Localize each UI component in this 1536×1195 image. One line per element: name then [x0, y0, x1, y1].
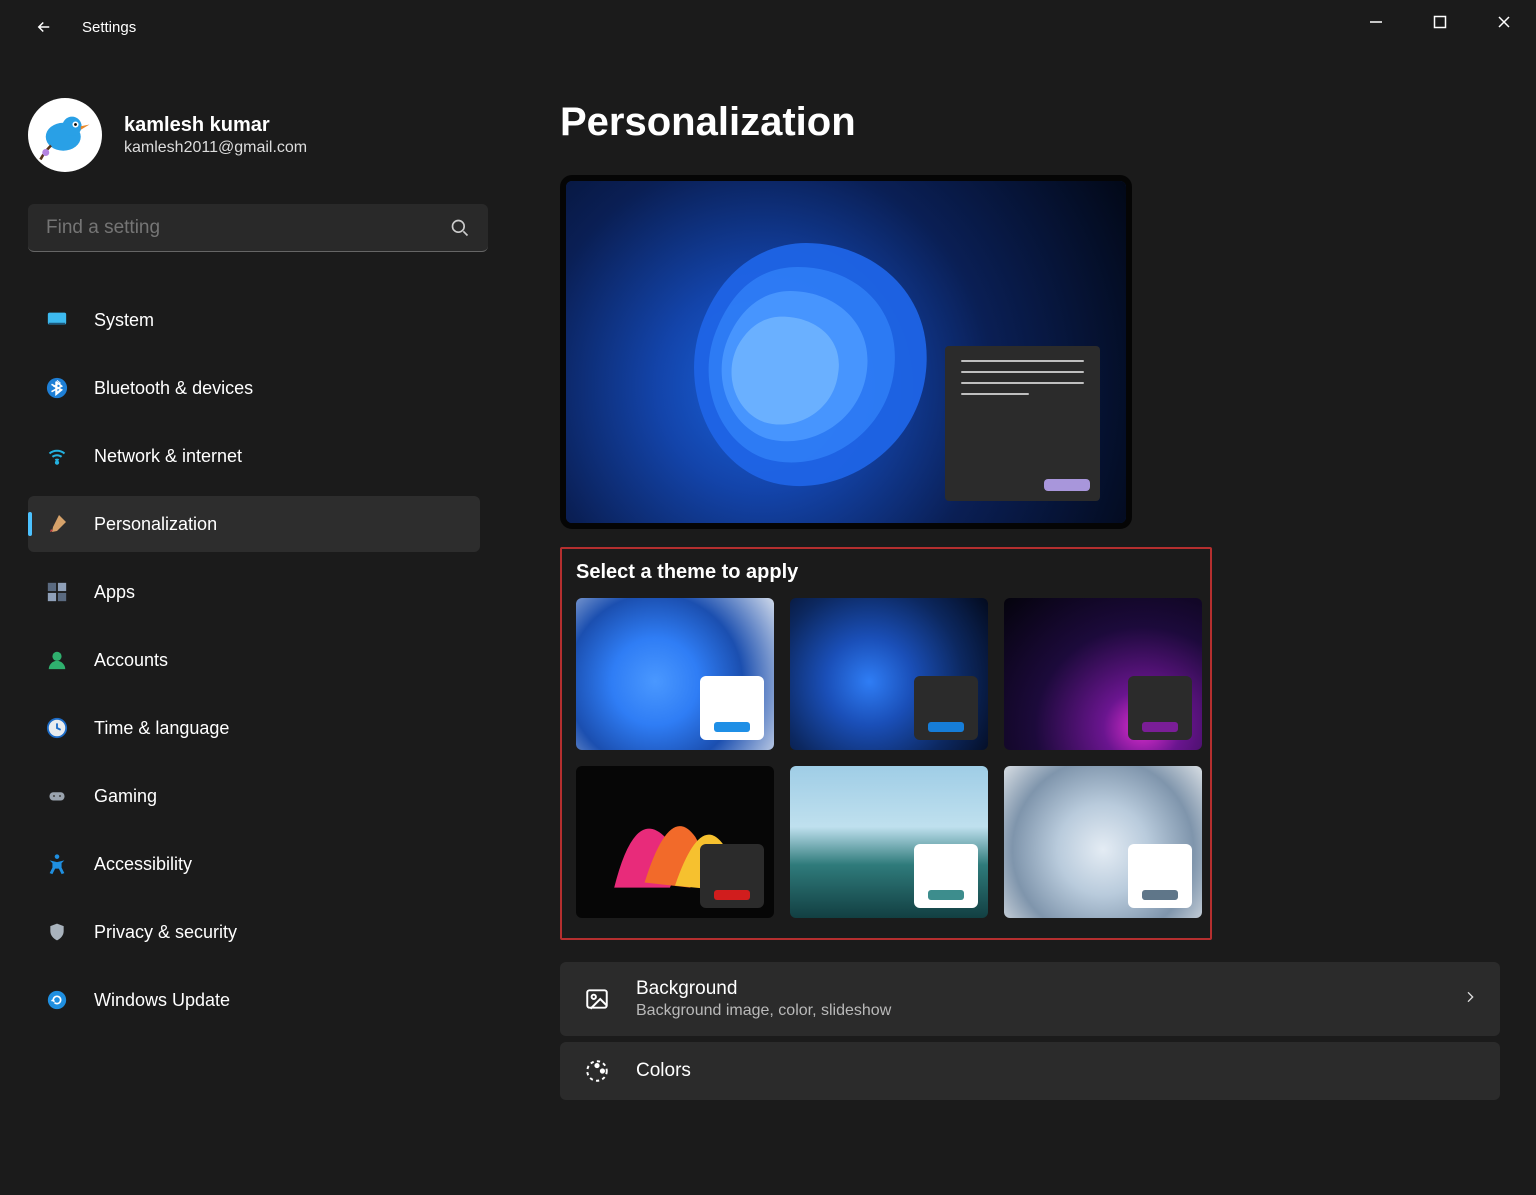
sidebar-item-system[interactable]: System — [28, 292, 480, 348]
user-name: kamlesh kumar — [124, 114, 307, 137]
row-title: Background — [636, 978, 1438, 1000]
sidebar-item-label: Bluetooth & devices — [94, 378, 253, 399]
avatar — [28, 98, 102, 172]
sidebar-item-label: System — [94, 310, 154, 331]
app-title: Settings — [82, 19, 136, 36]
sidebar-item-personalization[interactable]: Personalization — [28, 496, 480, 552]
theme-tile-sunrise[interactable] — [790, 766, 988, 918]
sidebar: kamlesh kumar kamlesh2011@gmail.com Syst… — [0, 54, 488, 1195]
sidebar-item-gaming[interactable]: Gaming — [28, 768, 480, 824]
theme-section: Select a theme to apply — [560, 547, 1212, 940]
sidebar-item-privacy[interactable]: Privacy & security — [28, 904, 480, 960]
minimize-button[interactable] — [1344, 0, 1408, 44]
theme-tile-glow[interactable] — [1004, 598, 1202, 750]
sidebar-item-accounts[interactable]: Accounts — [28, 632, 480, 688]
sidebar-item-label: Network & internet — [94, 446, 242, 467]
sidebar-item-bluetooth[interactable]: Bluetooth & devices — [28, 360, 480, 416]
back-button[interactable] — [24, 7, 64, 47]
search-input[interactable] — [46, 217, 450, 239]
page-title: Personalization — [560, 100, 1516, 145]
sidebar-item-label: Gaming — [94, 786, 157, 807]
sidebar-item-label: Time & language — [94, 718, 229, 739]
theme-tile-flow[interactable] — [1004, 766, 1202, 918]
chevron-right-icon — [1462, 989, 1478, 1010]
clock-icon — [44, 715, 70, 741]
arrow-left-icon — [35, 18, 53, 36]
wifi-icon — [44, 443, 70, 469]
monitor-icon — [44, 307, 70, 333]
sidebar-item-label: Windows Update — [94, 990, 230, 1011]
maximize-button[interactable] — [1408, 0, 1472, 44]
brush-icon — [44, 511, 70, 537]
row-title: Colors — [636, 1060, 1478, 1082]
search-box[interactable] — [28, 204, 488, 252]
person-icon — [44, 647, 70, 673]
sidebar-item-label: Privacy & security — [94, 922, 237, 943]
bird-icon — [37, 107, 93, 163]
accessibility-icon — [44, 851, 70, 877]
user-text: kamlesh kumar kamlesh2011@gmail.com — [124, 114, 307, 157]
sidebar-item-label: Accessibility — [94, 854, 192, 875]
sidebar-item-label: Accounts — [94, 650, 168, 671]
palette-icon — [582, 1056, 612, 1086]
sidebar-item-accessibility[interactable]: Accessibility — [28, 836, 480, 892]
preview-accent — [1044, 479, 1090, 491]
sidebar-item-network[interactable]: Network & internet — [28, 428, 480, 484]
user-block[interactable]: kamlesh kumar kamlesh2011@gmail.com — [28, 98, 480, 172]
sidebar-item-time-language[interactable]: Time & language — [28, 700, 480, 756]
sidebar-item-label: Personalization — [94, 514, 217, 535]
main-content: Personalization Select a theme to apply — [488, 54, 1536, 1195]
sidebar-item-label: Apps — [94, 582, 135, 603]
theme-tile-windows-dark[interactable] — [790, 598, 988, 750]
bluetooth-icon — [44, 375, 70, 401]
window-controls — [1344, 0, 1536, 44]
row-text: Background Background image, color, slid… — [636, 978, 1438, 1020]
minimize-icon — [1369, 15, 1383, 29]
maximize-icon — [1433, 15, 1447, 29]
update-icon — [44, 987, 70, 1013]
theme-grid — [576, 598, 1196, 918]
sidebar-item-update[interactable]: Windows Update — [28, 972, 480, 1028]
theme-tile-windows-light[interactable] — [576, 598, 774, 750]
settings-row-colors[interactable]: Colors — [560, 1042, 1500, 1100]
image-icon — [582, 984, 612, 1014]
titlebar: Settings — [0, 0, 1536, 54]
shield-icon — [44, 919, 70, 945]
bloom-shape-icon — [626, 211, 986, 529]
grid-icon — [44, 579, 70, 605]
preview-mini-window — [945, 346, 1100, 501]
settings-row-background[interactable]: Background Background image, color, slid… — [560, 962, 1500, 1036]
search-icon — [450, 218, 470, 238]
theme-section-title: Select a theme to apply — [576, 561, 1196, 584]
gamepad-icon — [44, 783, 70, 809]
user-email: kamlesh2011@gmail.com — [124, 139, 307, 157]
sidebar-item-apps[interactable]: Apps — [28, 564, 480, 620]
close-button[interactable] — [1472, 0, 1536, 44]
desktop-preview[interactable] — [560, 175, 1132, 529]
theme-tile-captured-motion[interactable] — [576, 766, 774, 918]
row-subtitle: Background image, color, slideshow — [636, 1002, 1438, 1020]
row-text: Colors — [636, 1060, 1478, 1082]
close-icon — [1497, 15, 1511, 29]
